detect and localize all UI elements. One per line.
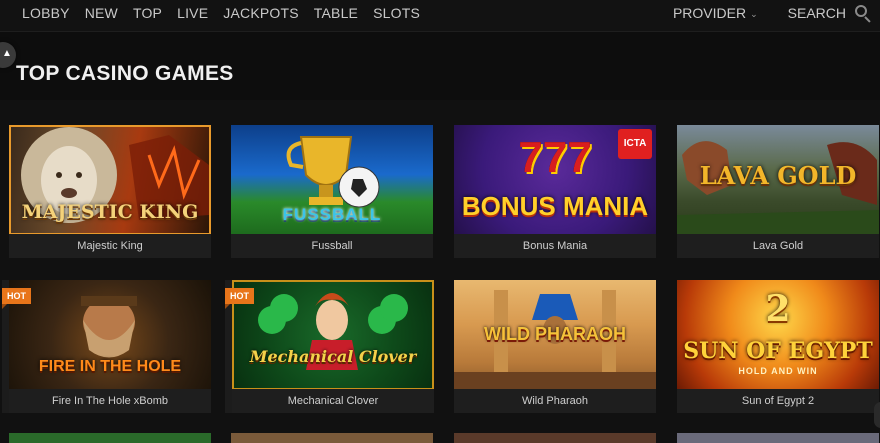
nav-item-jackpots[interactable]: JACKPOTS [223, 5, 299, 21]
game-thumbnail: WILD PHARAOH [454, 280, 656, 390]
game-title: Mechanical Clover [232, 389, 434, 413]
nav-item-new[interactable]: NEW [85, 5, 118, 21]
game-thumbnail: FIRE IN THE HOLE [9, 280, 211, 390]
game-logo: BONUS MANIA [461, 191, 649, 221]
game-title: Wild Pharaoh [454, 389, 656, 413]
bonus-mania-sevens: 777 [518, 133, 592, 182]
game-title: Sun of Egypt 2 [677, 389, 879, 413]
game-thumbnail: Mechanical Clover [232, 280, 434, 390]
game-card-fire-in-the-hole[interactable]: FIRE IN THE HOLE HOT Fire In The Hole xB… [2, 280, 211, 413]
game-card-partial[interactable] [231, 433, 433, 443]
nav-item-slots[interactable]: SLOTS [373, 5, 420, 21]
search-label[interactable]: SEARCH [788, 5, 846, 21]
sun-of-egypt-number: 2 [765, 288, 791, 330]
game-thumbnail: MAJESTIC KING [9, 125, 211, 235]
game-title: Bonus Mania [454, 234, 656, 258]
game-thumbnail: 2 SUN OF EGYPT HOLD AND WIN [677, 280, 879, 390]
game-card-bonus-mania[interactable]: 777 ICTA BONUS MANIA Bonus Mania [454, 125, 656, 258]
game-logo: FUSSBALL [282, 205, 382, 224]
provider-label: PROVIDER [672, 5, 747, 21]
search-icon[interactable] [854, 4, 872, 23]
nav-item-table[interactable]: TABLE [314, 5, 358, 21]
game-logo: FIRE IN THE HOLE [38, 358, 182, 375]
game-thumbnail: 777 ICTA BONUS MANIA [454, 125, 656, 235]
game-logo: WILD PHARAOH [484, 324, 626, 344]
hot-badge: HOT [225, 288, 254, 309]
game-title: Fire In The Hole xBomb [9, 389, 211, 413]
hot-badge: HOT [2, 288, 31, 309]
game-title: Majestic King [9, 234, 211, 258]
game-logo: SUN OF EGYPT [683, 338, 873, 364]
game-card-sun-of-egypt-2[interactable]: 2 SUN OF EGYPT HOLD AND WIN Sun of Egypt… [677, 280, 879, 413]
game-card-majestic-king[interactable]: MAJESTIC KING Majestic King [9, 125, 211, 258]
clover-lady-illustration [258, 293, 408, 370]
top-navigation: LOBBY NEW TOP LIVE JACKPOTS TABLE SLOTS … [0, 0, 880, 32]
game-logo: Mechanical Clover [249, 347, 417, 366]
scroll-handle[interactable] [874, 402, 880, 428]
provider-dropdown[interactable]: PROVIDER ⌄ [673, 5, 758, 21]
game-card-partial[interactable] [677, 433, 879, 443]
side-menu-toggle[interactable]: ▲ [0, 42, 16, 68]
game-tagline: HOLD AND WIN [738, 366, 818, 376]
category-menu: LOBBY NEW TOP LIVE JACKPOTS TABLE SLOTS [22, 0, 435, 26]
game-title: Lava Gold [677, 234, 879, 258]
game-title: Fussball [231, 234, 433, 258]
game-card-fussball[interactable]: FUSSBALL Fussball [231, 125, 433, 258]
nav-item-lobby[interactable]: LOBBY [22, 5, 70, 21]
nav-tools: PROVIDER ⌄ SEARCH [673, 0, 872, 26]
game-thumbnail: FUSSBALL [231, 125, 433, 235]
game-card-mechanical-clover[interactable]: Mechanical Clover HOT Mechanical Clover [225, 280, 434, 413]
game-card-partial[interactable] [9, 433, 211, 443]
nav-item-live[interactable]: LIVE [177, 5, 208, 21]
game-logo: MAJESTIC KING [21, 201, 199, 223]
game-logo: LAVA GOLD [699, 161, 857, 190]
game-card-wild-pharaoh[interactable]: WILD PHARAOH Wild Pharaoh [454, 280, 656, 413]
chevron-up-icon: ▲ [2, 48, 12, 59]
game-card-lava-gold[interactable]: LAVA GOLD Lava Gold [677, 125, 879, 258]
game-card-partial[interactable] [454, 433, 656, 443]
chevron-down-icon: ⌄ [750, 8, 758, 19]
game-thumbnail: LAVA GOLD [677, 125, 879, 235]
section-title: TOP CASINO GAMES [16, 62, 234, 85]
nav-item-top[interactable]: TOP [133, 5, 162, 21]
